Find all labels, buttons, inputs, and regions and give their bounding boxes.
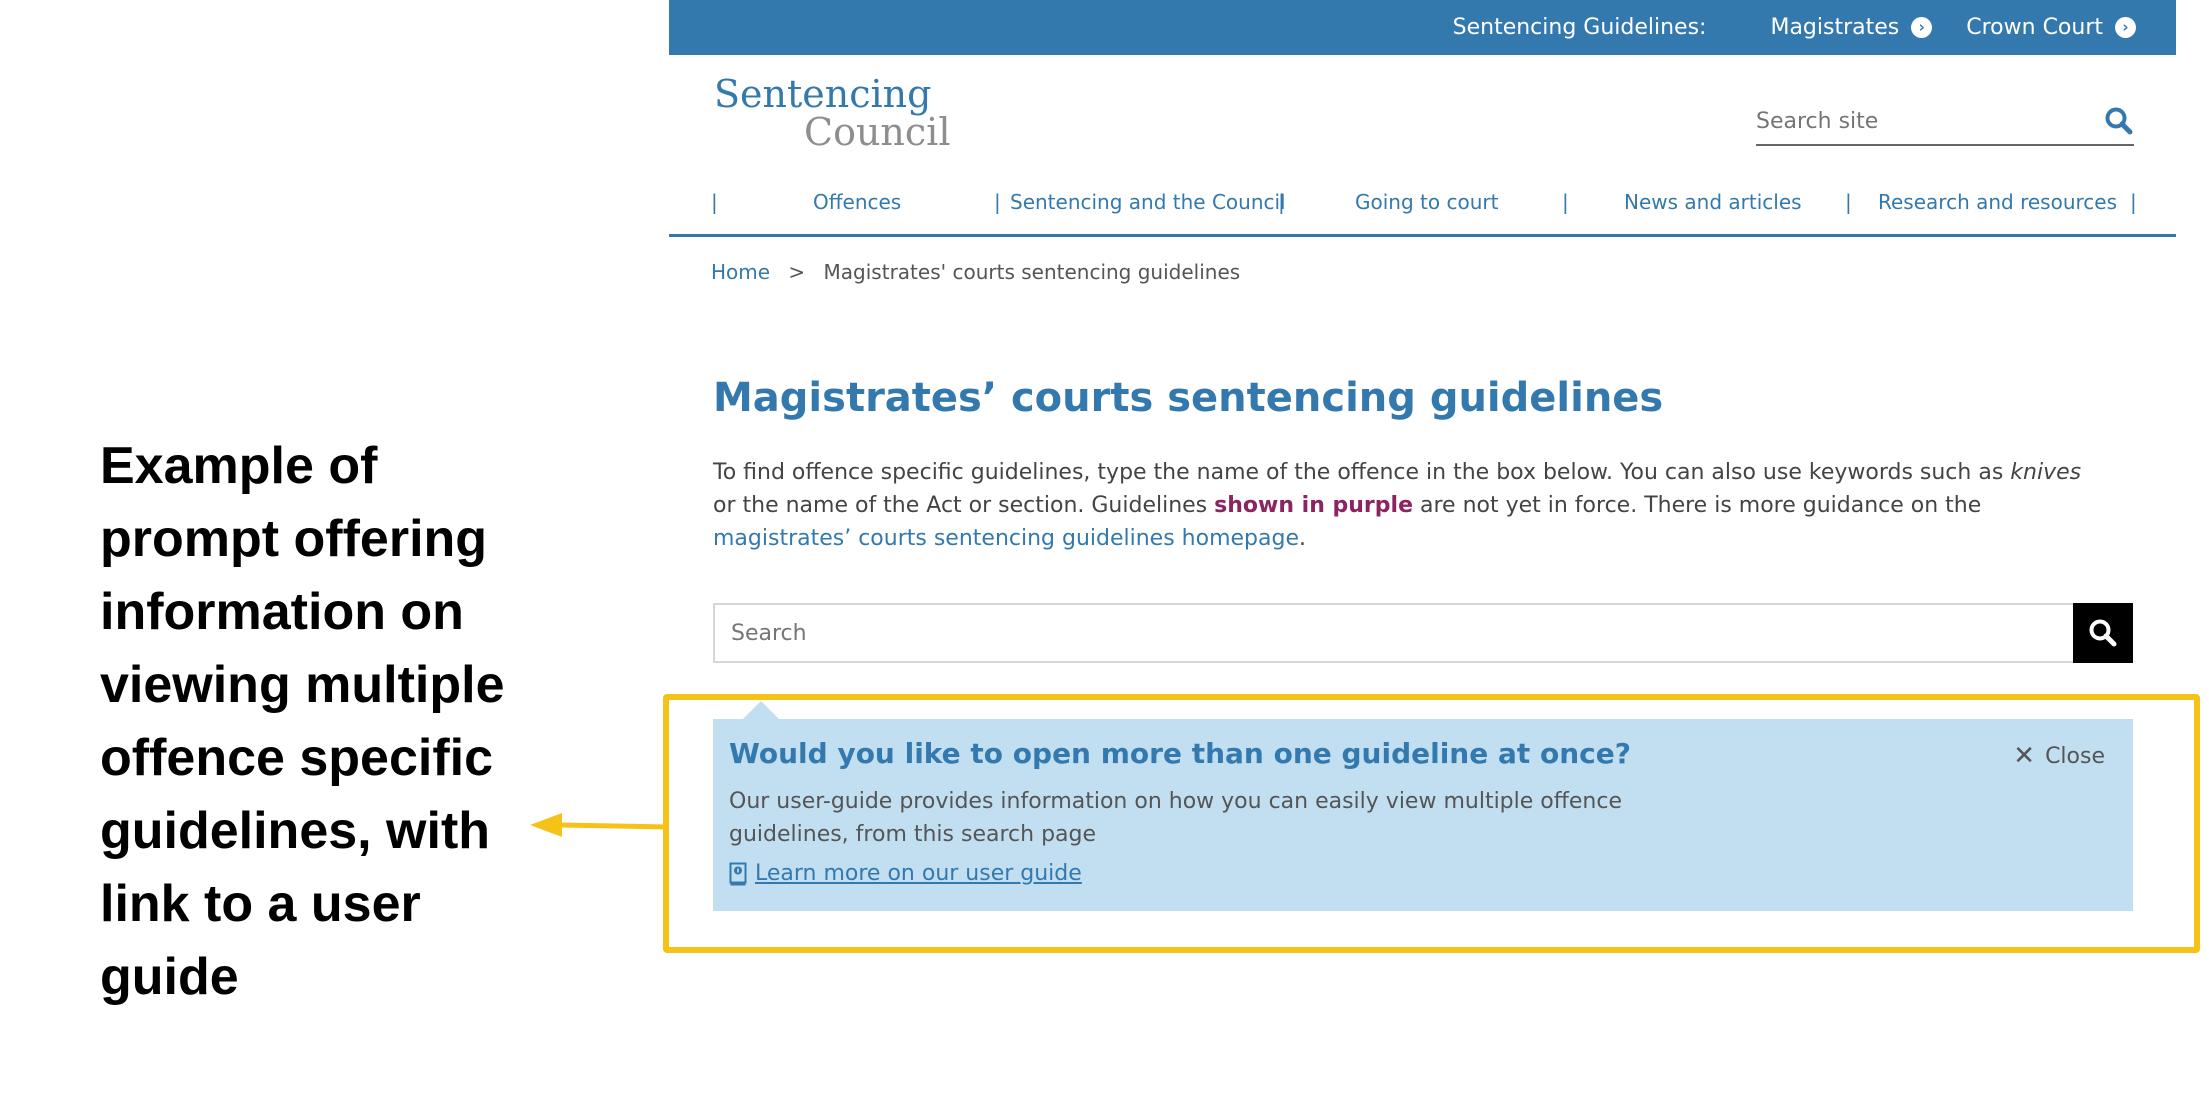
page-title: Magistrates’ courts sentencing guideline… — [713, 375, 1664, 421]
crown-court-link[interactable]: Crown Court › — [1966, 15, 2136, 40]
multi-guideline-prompt: Would you like to open more than one gui… — [713, 701, 2133, 911]
prompt-body: Our user-guide provides information on h… — [729, 789, 1623, 847]
intro-text: To find offence specific guidelines, typ… — [713, 460, 2011, 485]
breadcrumb-separator: > — [788, 260, 806, 284]
offence-search — [713, 603, 2133, 663]
search-icon[interactable] — [2104, 106, 2134, 136]
nav-separator: | — [2130, 190, 2137, 214]
intro-keyword: knives — [2010, 460, 2082, 485]
nav-item-sentencing-and-the-council[interactable]: Sentencing and the Council — [1010, 190, 1286, 214]
guidelines-label: Sentencing Guidelines: — [1452, 15, 1707, 40]
nav-separator: | — [994, 190, 1001, 214]
web-page: Sentencing Guidelines: Magistrates › Cro… — [669, 0, 2176, 1098]
intro-text: . — [1299, 526, 1306, 551]
logo-line-2: Council — [804, 110, 951, 154]
user-guide-link-label: Learn more on our user guide — [755, 861, 1082, 886]
nav-item-research-and-resources[interactable]: Research and resources — [1878, 190, 2117, 214]
intro-text: or the name of the Act or section. Guide… — [713, 493, 1215, 518]
intro-text: are not yet in force. There is more guid… — [1413, 493, 1982, 518]
nav-separator: | — [1562, 190, 1569, 214]
nav-separator: | — [711, 190, 718, 214]
close-icon: ✕ — [2013, 741, 2036, 771]
magistrates-link-label: Magistrates — [1770, 15, 1900, 40]
nav-separator: | — [1278, 190, 1285, 214]
logo-line-1: Sentencing — [714, 72, 932, 116]
sentencing-council-logo[interactable]: Sentencing Council — [714, 75, 951, 151]
close-label: Close — [2045, 743, 2105, 769]
prompt-close-button[interactable]: ✕ Close — [2013, 741, 2105, 771]
chevron-right-circle-icon: › — [1911, 17, 1933, 38]
magistrates-link[interactable]: Magistrates › — [1770, 15, 1933, 40]
purple-legend-text: shown in purple — [1214, 493, 1413, 518]
site-search — [1756, 98, 2134, 146]
prompt-pointer — [743, 701, 779, 719]
main-nav: | Offences | Sentencing and the Council … — [669, 182, 2176, 237]
intro-paragraph: To find offence specific guidelines, typ… — [713, 456, 2103, 555]
site-search-input[interactable] — [1756, 108, 2104, 134]
annotation-text: Example of prompt offering information o… — [100, 437, 505, 1006]
guidelines-homepage-link[interactable]: magistrates’ courts sentencing guideline… — [713, 526, 1299, 551]
nav-separator: | — [1845, 190, 1852, 214]
chevron-right-circle-icon: › — [2115, 17, 2136, 38]
nav-item-going-to-court[interactable]: Going to court — [1355, 190, 1498, 214]
user-guide-book-icon — [729, 862, 747, 885]
breadcrumb-current: Magistrates' courts sentencing guideline… — [823, 260, 1241, 284]
offence-search-input[interactable] — [713, 603, 2073, 663]
offence-search-button[interactable] — [2073, 603, 2133, 663]
breadcrumb-home[interactable]: Home — [711, 260, 770, 284]
annotation-arrow-icon — [530, 813, 669, 837]
top-bar: Sentencing Guidelines: Magistrates › Cro… — [669, 0, 2176, 55]
nav-item-offences[interactable]: Offences — [813, 190, 901, 214]
search-icon — [2089, 619, 2117, 647]
breadcrumb: Home > Magistrates' courts sentencing gu… — [711, 260, 1240, 284]
crown-court-link-label: Crown Court — [1966, 15, 2103, 40]
prompt-title: Would you like to open more than one gui… — [729, 737, 1632, 770]
nav-item-news-and-articles[interactable]: News and articles — [1624, 190, 1802, 214]
user-guide-link[interactable]: Learn more on our user guide — [729, 861, 1082, 886]
